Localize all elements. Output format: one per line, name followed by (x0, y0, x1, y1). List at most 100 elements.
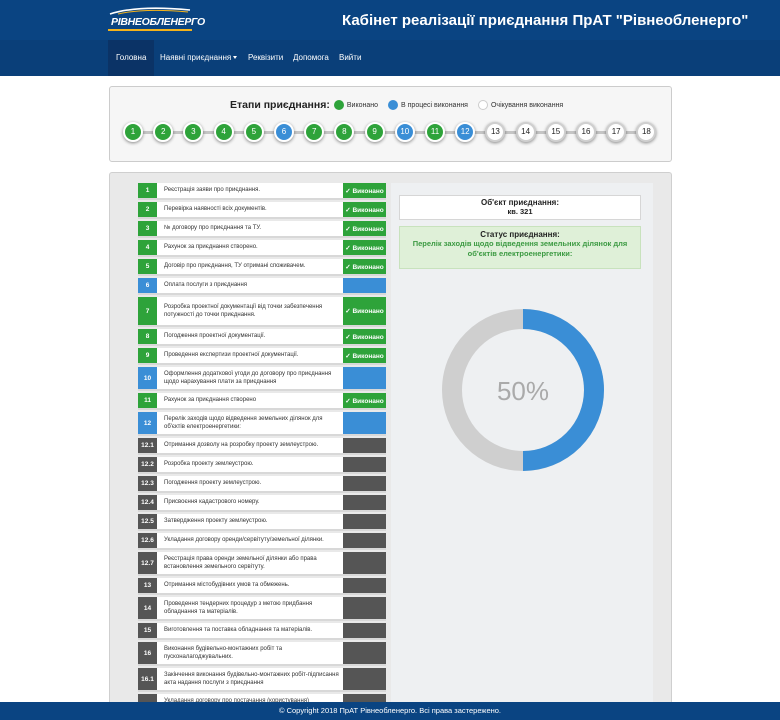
step-status-badge (343, 495, 386, 510)
step-row: 8 Погодження проектної документації. ✓ Вик… (138, 329, 386, 346)
step-row: 17 Укладання договору про постачання (кор… (138, 694, 386, 702)
step-description: Виконання будівельно-монтажних робіт та … (164, 645, 283, 660)
step-status-badge: ✓ Виконано (343, 297, 386, 325)
stage-circle-1: 1 (123, 122, 143, 142)
nav-home[interactable]: Головна (108, 40, 155, 76)
stage-circle-17: 17 (606, 122, 627, 142)
step-status-badge: ✓ Виконано (343, 202, 386, 217)
step-description: Погодження проектної документації. (164, 333, 266, 340)
step-description: Закінчення виконання будівельно-монтажни… (164, 671, 339, 686)
step-description: Розробка проекту землеустрою. (164, 461, 254, 468)
stage-circle-8: 8 (334, 122, 355, 142)
status-box: Статус приєднання: Перелік заходів щодо … (399, 226, 641, 269)
progress-donut: 50% (442, 309, 604, 471)
step-description: Перевірка наявності всіх документів. (164, 206, 267, 213)
stages-title: Етапи приєднання: (230, 99, 330, 111)
nav-logout[interactable]: Вийти (331, 40, 369, 76)
step-number: 16 (138, 642, 157, 664)
chevron-down-icon (233, 56, 238, 60)
step-number: 12.2 (138, 457, 157, 472)
step-row: 11 Рахунок за приєднання створено ✓ Викона… (138, 393, 386, 410)
logo-swoosh-icon (109, 7, 191, 15)
step-description: Реєстрація права оренди земельної ділянк… (164, 555, 317, 570)
step-row: 12 Перелік заходів щодо відведення земель… (138, 412, 386, 436)
step-status-badge: ✓ Виконано (343, 329, 386, 344)
donut-percent-label: 50% (497, 376, 549, 406)
stage-circle-10: 10 (394, 122, 415, 142)
stage-circle-12: 12 (455, 122, 476, 142)
step-description: Оплата послуги з приєднання (164, 282, 248, 289)
step-status-badge (343, 642, 386, 664)
step-row: 15 Виготовлення та поставка обладнання та… (138, 623, 386, 640)
step-row: 2 Перевірка наявності всіх документів. ✓ В… (138, 202, 386, 219)
legend-wait-label: Очікування виконання (490, 101, 564, 109)
page-title: Кабінет реалізації приєднання ПрАТ "Рівн… (342, 12, 749, 29)
step-number: 5 (138, 259, 157, 274)
step-number: 6 (138, 278, 157, 293)
step-number: 12 (138, 412, 157, 434)
step-status-badge: ✓ Виконано (343, 348, 386, 363)
main-panel: 1 Реєстрація заяви про приєднання. ✓ Викон… (109, 172, 672, 702)
object-value: кв. 321 (507, 207, 533, 216)
step-row: 12.1 Отримання дозволу на розробку проект… (138, 438, 386, 455)
step-description: Отримання дозволу на розробку проекту зе… (164, 442, 319, 449)
stage-circle-3: 3 (183, 122, 204, 142)
step-description: Укладання договору про постачання (корис… (164, 697, 310, 702)
step-description: Реєстрація заяви про приєднання. (164, 187, 261, 194)
step-status-badge (343, 514, 386, 529)
nav-requisites[interactable]: Реквізити (240, 40, 291, 76)
step-description: Договір про приєднання, ТУ отримані спож… (164, 263, 306, 270)
step-row: 13 Отримання містобудівних умов та обмеже… (138, 578, 386, 595)
step-number: 15 (138, 623, 157, 638)
step-number: 3 (138, 221, 157, 236)
company-logo[interactable]: РІВНЕОБЛЕНЕРГО (108, 7, 205, 31)
step-number: 12.5 (138, 514, 157, 529)
status-value: Перелік заходів щодо відведення земельни… (412, 239, 628, 259)
summary-column: Об'єкт приєднання: кв. 321 Статус приєдн… (391, 183, 653, 702)
step-row: 16 Виконання будівельно-монтажних робіт т… (138, 642, 386, 666)
stage-circle-13: 13 (485, 122, 506, 142)
logo-underline (108, 29, 192, 31)
step-number: 12.7 (138, 552, 157, 574)
step-description: Рахунок за приєднання створено (164, 397, 257, 404)
step-number: 14 (138, 597, 157, 619)
step-number: 17 (138, 694, 157, 702)
step-status-badge (343, 476, 386, 491)
legend-progress-dot (388, 100, 399, 110)
step-number: 10 (138, 367, 157, 389)
step-row: 3 № договору про приєднання та ТУ. ✓ Викон… (138, 221, 386, 238)
status-label: Статус приєднання: (480, 230, 560, 239)
stage-circle-6: 6 (274, 122, 294, 142)
step-number: 7 (138, 297, 157, 325)
step-status-badge (343, 533, 386, 548)
legend-progress-label: В процесі виконання (401, 101, 468, 109)
stage-circle-15: 15 (545, 122, 566, 142)
stage-circle-18: 18 (636, 122, 657, 142)
stage-circle-16: 16 (576, 122, 596, 142)
main-nav: Головна Наявні приєднання Реквізити Допо… (0, 40, 780, 76)
object-label: Об'єкт приєднання: (480, 198, 560, 207)
step-description: Виготовлення та поставка обладнання та м… (164, 627, 313, 634)
step-description: Розробка проектної документації від точк… (164, 303, 323, 318)
footer: © Copyright 2018 ПрАТ Рівнеобленерго. Вс… (0, 702, 780, 720)
nav-help[interactable]: Допомога (285, 40, 337, 76)
step-number: 12.3 (138, 476, 157, 491)
step-description: Оформлення додаткової угоди до договору … (164, 370, 332, 385)
step-status-badge (343, 668, 386, 690)
step-row: 12.2 Розробка проекту землеустрою. (138, 457, 386, 474)
step-status-badge (343, 438, 386, 453)
step-status-badge: ✓ Виконано (343, 183, 386, 198)
logo-text: РІВНЕОБЛЕНЕРГО (111, 16, 205, 28)
stages-legend: Етапи приєднання: Виконано В процесі вик… (230, 98, 573, 112)
nav-existing-connections[interactable]: Наявні приєднання (152, 40, 245, 76)
step-description: Укладання договору оренди/сервітуту/земе… (164, 537, 324, 544)
step-description: № договору про приєднання та ТУ. (164, 225, 262, 232)
step-description: Проведення тендерних процедур з метою пр… (164, 600, 313, 615)
step-row: 12.7 Реєстрація права оренди земельної ді… (138, 552, 386, 576)
step-number: 9 (138, 348, 157, 363)
step-status-badge (343, 457, 386, 472)
step-number: 4 (138, 240, 157, 255)
nav-help-label: Допомога (293, 53, 329, 62)
nav-home-label: Головна (116, 53, 147, 62)
step-status-badge: ✓ Виконано (343, 221, 386, 236)
